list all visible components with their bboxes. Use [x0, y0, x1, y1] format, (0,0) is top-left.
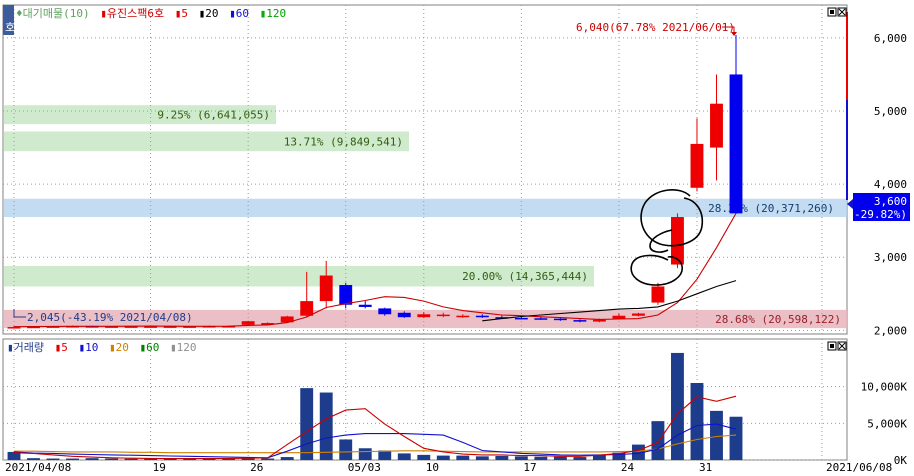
candle-body: [417, 314, 431, 318]
candle-body: [592, 319, 606, 322]
high-annotation: 6,040(67.78% 2021/06/01): [576, 21, 735, 34]
vol-ma10-legend: 10: [85, 341, 98, 354]
price-panel-toggle-glyph: 호: [5, 21, 15, 34]
candle-body: [573, 320, 587, 322]
volume-bar: [514, 456, 528, 460]
supply-zone-label: 13.71% (9,849,541): [284, 135, 403, 148]
vol-ma60-legend: 60: [146, 341, 159, 354]
volume-bar: [475, 456, 489, 460]
supply-zone-label: 28.36% (20,371,260): [708, 202, 834, 215]
volume-bar: [495, 455, 509, 460]
volume-bar: [690, 383, 704, 460]
x-axis-tick: 17: [523, 461, 536, 474]
supply-legend-label: ♦대기매물(10): [16, 7, 90, 20]
candle-body: [339, 285, 353, 305]
candle-body: [378, 308, 392, 315]
x-axis-tick: 24: [621, 461, 635, 474]
volume-bar: [124, 458, 138, 460]
candle-body: [7, 327, 21, 329]
volume-bar: [378, 450, 392, 460]
candle-body: [456, 315, 470, 318]
candle-body: [553, 318, 567, 321]
x-axis-tick: 10: [426, 461, 439, 474]
x-axis-tick: 26: [250, 461, 263, 474]
low-annotation: 2,045(-43.19% 2021/04/08): [27, 311, 193, 324]
vol-ma20-legend: 20: [116, 341, 129, 354]
volume-bar: [436, 455, 450, 460]
current-change-label: (-29.82%): [847, 208, 907, 221]
volume-bar: [85, 458, 99, 460]
price-axis-tick: 3,000: [874, 251, 907, 264]
volume-axis-tick: 10,000K: [861, 381, 908, 394]
ma20-legend: 20: [205, 7, 218, 20]
ma120-legend: 120: [266, 7, 286, 20]
volume-bar: [105, 458, 119, 460]
x-axis-tick: 2021/04/08: [5, 461, 71, 474]
volume-bar: [339, 439, 353, 460]
x-axis-tick: 31: [699, 461, 712, 474]
candle-body: [651, 286, 665, 303]
candle-body: [690, 143, 704, 188]
volume-bar: [358, 448, 372, 460]
volume-panel-maximize-button[interactable]: [827, 341, 837, 351]
current-price-label: 3,600: [874, 195, 907, 208]
volume-bar: [261, 458, 275, 460]
ma60-legend: 60: [236, 7, 249, 20]
chart-canvas: 28.68% (20,598,122) 20.00% (14,365,444) 28…: [2, 4, 910, 474]
ma5-legend: 5: [181, 7, 188, 20]
volume-bar: [553, 456, 567, 460]
vol-ma5-legend: 5: [61, 341, 68, 354]
price-legend: ♦대기매물(10) ▮유진스팩6호 ▮5 ▮20 ▮60 ▮120: [16, 7, 286, 20]
volume-bar: [397, 453, 411, 460]
price-panel-close-button[interactable]: [837, 7, 847, 17]
candle-body: [397, 312, 411, 318]
volume-bar: [66, 458, 79, 460]
candle-body: [514, 317, 528, 320]
supply-zone-label: 20.00% (14,365,444): [462, 270, 588, 283]
volume-bar: [573, 457, 587, 460]
candle-body: [358, 304, 372, 307]
volume-bar: [534, 456, 548, 460]
supply-zone-label: 28.68% (20,598,122): [715, 313, 841, 326]
x-axis-tick: 19: [153, 461, 166, 474]
candle-body: [729, 74, 743, 214]
candle-body: [534, 318, 548, 320]
candle-body: [241, 321, 255, 325]
volume-bar: [27, 458, 40, 460]
stock-chart-window: 28.68% (20,598,122) 20.00% (14,365,444) 28…: [0, 0, 914, 476]
price-panel-maximize-button[interactable]: [827, 7, 837, 17]
volume-bar: [319, 392, 333, 460]
price-axis-tick: 5,000: [874, 105, 907, 118]
volume-axis-tick: 5,000K: [867, 417, 907, 430]
volume-legend-label: 거래량: [14, 341, 44, 354]
volume-bar: [300, 388, 314, 460]
x-axis-tick: 05/03: [348, 461, 381, 474]
candle-body: [319, 275, 333, 302]
volume-bar: [280, 457, 294, 460]
price-axis-tick: 4,000: [874, 178, 907, 191]
price-axis-tick: 6,000: [874, 32, 907, 45]
volume-bar: [417, 454, 431, 460]
candle-body: [612, 315, 626, 319]
volume-bar: [651, 421, 665, 460]
candle-body: [631, 313, 645, 316]
volume-bar: [456, 455, 470, 460]
candle-body: [436, 314, 450, 317]
volume-bar: [710, 410, 723, 460]
volume-axis-tick: 0K: [894, 454, 908, 467]
volume-panel-close-button[interactable]: [837, 341, 847, 351]
candle-body: [300, 301, 314, 316]
price-axis-tick: 2,000: [874, 324, 907, 337]
volume-bar: [46, 458, 60, 460]
x-axis-end-tick: 2021/06/08: [826, 461, 892, 474]
candle-body: [475, 315, 489, 318]
vol-ma120-legend: 120: [177, 341, 197, 354]
supply-zone-label: 9.25% (6,641,055): [157, 109, 270, 122]
stock-name-label: 유진스팩6호: [107, 7, 164, 20]
candle-body: [710, 103, 723, 148]
volume-bar: [729, 416, 743, 460]
